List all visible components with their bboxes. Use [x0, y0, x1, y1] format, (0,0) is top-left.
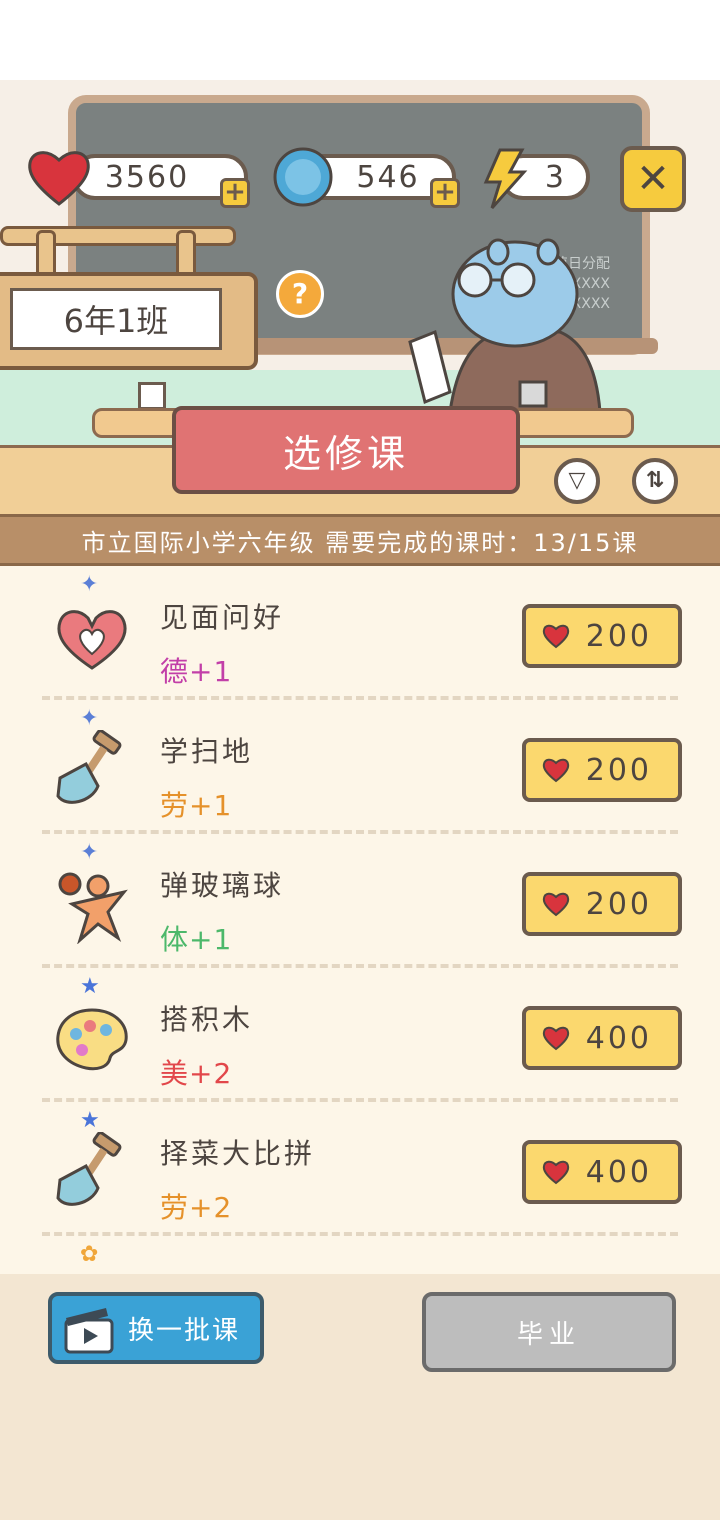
- help-button[interactable]: ?: [276, 270, 324, 318]
- diamond-star-icon: ✦: [80, 840, 99, 865]
- heart-currency-icon: [28, 151, 90, 206]
- course-name: 学扫地: [160, 735, 254, 768]
- coins-value: 546: [356, 159, 420, 195]
- heart-price-icon: [542, 892, 570, 917]
- add-coins-button[interactable]: +: [430, 178, 460, 208]
- diamond-star-icon: ✦: [80, 572, 99, 597]
- course-row: ✦ 见面问好 德+1 200: [0, 566, 720, 700]
- energy-value: 3: [544, 159, 566, 195]
- blue-star-icon: ★: [80, 1108, 100, 1133]
- heart-hands-icon: [57, 610, 127, 670]
- add-hearts-button[interactable]: +: [220, 178, 250, 208]
- course-stat: 美+2: [160, 1057, 233, 1090]
- gold-flower-star-icon: ✿: [80, 1242, 99, 1267]
- course-price: 200: [585, 886, 652, 922]
- course-row: ✦ 学扫地 劳+1 200: [0, 700, 720, 834]
- course-progress-bar: 市立国际小学六年级 需要完成的课时：13/15课: [0, 514, 720, 566]
- course-name: 见面问好: [160, 601, 285, 634]
- course-price: 200: [585, 618, 652, 654]
- course-price: 200: [585, 752, 652, 788]
- course-price: 400: [585, 1154, 652, 1190]
- palette-icon: [56, 1008, 128, 1071]
- sort-icon: ⇅: [645, 468, 665, 493]
- ball-kid-icon: [58, 872, 128, 944]
- graduate-label: 毕业: [516, 1319, 581, 1350]
- shovel-icon: [56, 1132, 122, 1206]
- hearts-value: 3560: [104, 159, 190, 195]
- heart-price-icon: [542, 624, 570, 649]
- shovel-icon: [56, 730, 122, 804]
- course-row-partial: ✿: [0, 1236, 720, 1274]
- lightning-energy-icon: [483, 148, 528, 209]
- heart-price-icon: [542, 1026, 570, 1051]
- course-price: 400: [585, 1020, 652, 1056]
- buy-course-button[interactable]: 400: [522, 1140, 682, 1204]
- buy-course-button[interactable]: 400: [522, 1006, 682, 1070]
- diamond-star-icon: ✦: [80, 706, 99, 731]
- close-icon: ✕: [636, 156, 670, 202]
- cup-icon: [138, 382, 166, 410]
- course-stat: 劳+1: [160, 789, 233, 822]
- bottle-cap-coin-icon: [273, 147, 333, 207]
- buy-course-button[interactable]: 200: [522, 604, 682, 668]
- course-stat: 德+1: [160, 655, 233, 688]
- graduate-button[interactable]: 毕业: [422, 1292, 676, 1372]
- hippo-teacher-icon: [408, 238, 602, 412]
- filter-icon: ▽: [568, 468, 586, 493]
- buy-course-button[interactable]: 200: [522, 872, 682, 936]
- course-row: ✦ 弹玻璃球 体+1 200: [0, 834, 720, 968]
- course-stat: 劳+2: [160, 1191, 233, 1224]
- heart-price-icon: [542, 758, 570, 783]
- course-list[interactable]: ✦ 见面问好 德+1 200 ✦ 学扫地 劳+1 200 ✦ 弹玻璃球 体+1 …: [0, 566, 720, 1274]
- blue-star-icon: ★: [80, 974, 100, 999]
- heart-price-icon: [542, 1160, 570, 1185]
- video-ad-icon: [64, 1308, 114, 1354]
- course-row: ★ 择菜大比拼 劳+2 400: [0, 1102, 720, 1236]
- buy-course-button[interactable]: 200: [522, 738, 682, 802]
- sort-button[interactable]: ⇅: [632, 458, 678, 504]
- course-row: ★ 搭积木 美+2 400: [0, 968, 720, 1102]
- class-name-label: 6年1班: [10, 288, 222, 350]
- course-progress-text: 市立国际小学六年级 需要完成的课时：13/15课: [81, 528, 639, 557]
- course-stat: 体+1: [160, 923, 233, 956]
- swap-courses-label: 换一批课: [128, 1315, 241, 1346]
- filter-button[interactable]: ▽: [554, 458, 600, 504]
- close-button[interactable]: ✕: [620, 146, 686, 212]
- course-name: 弹玻璃球: [160, 869, 285, 902]
- page-title: 选修课: [172, 406, 520, 494]
- course-name: 搭积木: [160, 1003, 254, 1036]
- course-name: 择菜大比拼: [160, 1137, 316, 1170]
